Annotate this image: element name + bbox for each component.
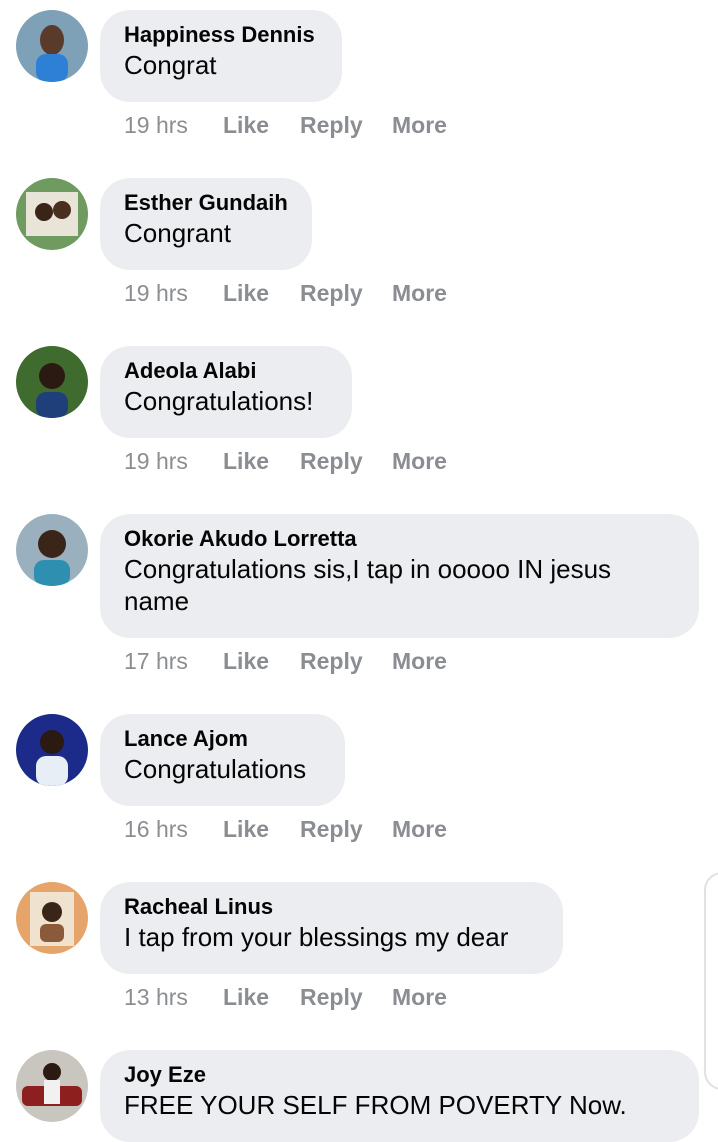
more-button[interactable]: More: [392, 111, 447, 139]
reply-button[interactable]: Reply: [300, 111, 363, 139]
reply-button[interactable]: Reply: [300, 447, 363, 475]
comment-timestamp[interactable]: 19 hrs: [124, 279, 188, 307]
more-button[interactable]: More: [392, 647, 447, 675]
comment-author[interactable]: Happiness Dennis: [124, 21, 318, 49]
comment-text: I tap from your blessings my dear: [124, 922, 509, 952]
comment-timestamp[interactable]: 16 hrs: [124, 815, 188, 843]
avatar[interactable]: [16, 178, 88, 250]
avatar[interactable]: [16, 514, 88, 586]
reply-button[interactable]: Reply: [300, 279, 363, 307]
reply-button[interactable]: Reply: [300, 815, 363, 843]
like-button[interactable]: Like: [223, 815, 269, 843]
comment-timestamp[interactable]: 19 hrs: [124, 111, 188, 139]
more-button[interactable]: More: [392, 447, 447, 475]
comment-bubble[interactable]: Joy Eze FREE YOUR SELF FROM POVERTY Now.: [100, 1050, 699, 1142]
comment-timestamp[interactable]: 19 hrs: [124, 447, 188, 475]
side-panel-edge: [704, 872, 718, 1090]
comment-author[interactable]: Racheal Linus: [124, 893, 539, 921]
comment-bubble[interactable]: Racheal Linus I tap from your blessings …: [100, 882, 563, 974]
comment-bubble[interactable]: Happiness Dennis Congrat: [100, 10, 342, 102]
comment-text: FREE YOUR SELF FROM POVERTY Now.: [124, 1090, 627, 1120]
more-button[interactable]: More: [392, 815, 447, 843]
comment-bubble[interactable]: Adeola Alabi Congratulations!: [100, 346, 352, 438]
like-button[interactable]: Like: [223, 279, 269, 307]
comment-text: Congratulations: [124, 754, 307, 784]
more-button[interactable]: More: [392, 279, 447, 307]
more-button[interactable]: More: [392, 983, 447, 1011]
avatar[interactable]: [16, 882, 88, 954]
like-button[interactable]: Like: [223, 111, 269, 139]
comment-text: Congrant: [124, 218, 231, 248]
avatar[interactable]: [16, 10, 88, 82]
comment-author[interactable]: Okorie Akudo Lorretta: [124, 525, 675, 553]
comment-timestamp[interactable]: 13 hrs: [124, 983, 188, 1011]
comment-text: Congratulations!: [124, 386, 314, 416]
comment-author[interactable]: Esther Gundaih: [124, 189, 288, 217]
reply-button[interactable]: Reply: [300, 647, 363, 675]
comment-author[interactable]: Lance Ajom: [124, 725, 321, 753]
comment-author[interactable]: Joy Eze: [124, 1061, 675, 1089]
comment-author[interactable]: Adeola Alabi: [124, 357, 328, 385]
comment-bubble[interactable]: Okorie Akudo Lorretta Congratulations si…: [100, 514, 699, 638]
avatar[interactable]: [16, 1050, 88, 1122]
like-button[interactable]: Like: [223, 647, 269, 675]
comment-text: Congratulations sis,I tap in ooooo IN je…: [124, 554, 612, 616]
avatar[interactable]: [16, 346, 88, 418]
avatar[interactable]: [16, 714, 88, 786]
comment-timestamp[interactable]: 17 hrs: [124, 647, 188, 675]
like-button[interactable]: Like: [223, 983, 269, 1011]
comment-text: Congrat: [124, 50, 217, 80]
comment-bubble[interactable]: Lance Ajom Congratulations: [100, 714, 345, 806]
reply-button[interactable]: Reply: [300, 983, 363, 1011]
comment-bubble[interactable]: Esther Gundaih Congrant: [100, 178, 312, 270]
like-button[interactable]: Like: [223, 447, 269, 475]
